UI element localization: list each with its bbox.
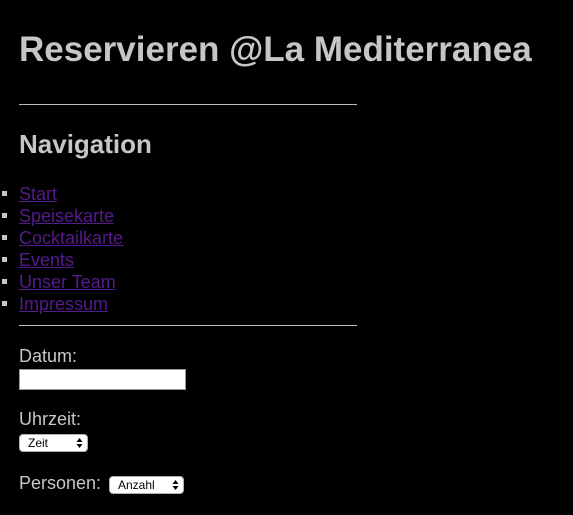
nav-heading: Navigation xyxy=(19,129,152,159)
nav-link-impressum[interactable]: Impressum xyxy=(19,294,108,314)
top-divider xyxy=(19,104,357,105)
nav-link-start[interactable]: Start xyxy=(19,184,57,204)
nav-item-cocktailkarte: Cocktailkarte xyxy=(0,227,123,249)
nav-link-unser-team[interactable]: Unser Team xyxy=(19,272,116,292)
time-label: Uhrzeit: xyxy=(19,409,82,429)
select-arrows-icon xyxy=(172,479,179,491)
bullet-icon xyxy=(2,213,7,218)
nav-link-cocktailkarte[interactable]: Cocktailkarte xyxy=(19,228,123,248)
select-arrows-icon xyxy=(76,437,83,449)
bullet-icon xyxy=(2,279,7,284)
bullet-icon xyxy=(2,257,7,262)
nav-item-speisekarte: Speisekarte xyxy=(0,205,123,227)
date-label: Datum: xyxy=(19,346,78,366)
bottom-divider xyxy=(19,325,357,326)
nav-item-unser-team: Unser Team xyxy=(0,271,123,293)
time-select[interactable]: Zeit xyxy=(19,434,88,452)
date-input[interactable] xyxy=(19,369,186,390)
time-select-value: Zeit xyxy=(28,436,49,450)
nav-item-impressum: Impressum xyxy=(0,293,123,315)
page-title: Reservieren @La Mediterranea xyxy=(19,30,532,69)
persons-select-value: Anzahl xyxy=(118,478,155,492)
bullet-icon xyxy=(2,301,7,306)
nav-item-events: Events xyxy=(0,249,123,271)
bullet-icon xyxy=(2,235,7,240)
nav-item-start: Start xyxy=(0,183,123,205)
persons-select[interactable]: Anzahl xyxy=(109,476,184,494)
bullet-icon xyxy=(2,191,7,196)
nav-link-speisekarte[interactable]: Speisekarte xyxy=(19,206,114,226)
nav-list: Start Speisekarte Cocktailkarte Events U… xyxy=(0,183,123,315)
persons-label: Personen: xyxy=(19,473,102,493)
nav-link-events[interactable]: Events xyxy=(19,250,74,270)
